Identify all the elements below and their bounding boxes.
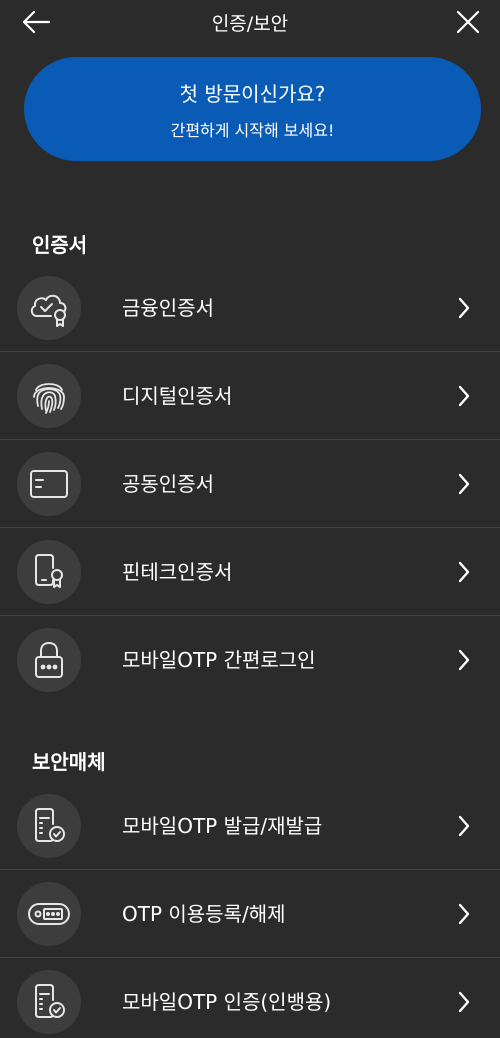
- otp-device-check-icon: [17, 970, 81, 1034]
- chevron-right-icon: [452, 559, 476, 585]
- item-label: 모바일OTP 인증(인뱅용): [122, 990, 332, 1014]
- section-title-certificates: 인증서: [32, 233, 88, 257]
- list-item-financial-cert[interactable]: 금융인증서: [0, 264, 500, 352]
- chevron-right-icon: [452, 813, 476, 839]
- section-title-security-media: 보안매체: [32, 750, 106, 774]
- chevron-right-icon: [452, 647, 476, 673]
- first-visit-banner[interactable]: 첫 방문이신가요? 간편하게 시작해 보세요!: [24, 57, 481, 161]
- certificate-list: 금융인증서 디지털인증서 공동인증서 핀테크인증서 모바일OTP 간편로그인: [0, 264, 500, 704]
- page-title: 인증/보안: [211, 13, 289, 35]
- close-button[interactable]: [450, 4, 486, 40]
- security-media-list: 모바일OTP 발급/재발급 OTP 이용등록/해제 모바일OTP 인증(인뱅용): [0, 782, 500, 1038]
- lock-icon: [17, 628, 81, 692]
- otp-card-icon: [17, 882, 81, 946]
- fingerprint-icon: [17, 364, 81, 428]
- cloud-certificate-icon: [17, 276, 81, 340]
- item-label: OTP 이용등록/해제: [122, 902, 286, 926]
- otp-device-check-icon: [17, 794, 81, 858]
- item-label: 금융인증서: [122, 296, 214, 320]
- list-item-fintech-cert[interactable]: 핀테크인증서: [0, 528, 500, 616]
- item-label: 공동인증서: [122, 472, 214, 496]
- list-item-mobile-otp-login[interactable]: 모바일OTP 간편로그인: [0, 616, 500, 704]
- list-item-digital-cert[interactable]: 디지털인증서: [0, 352, 500, 440]
- item-label: 모바일OTP 발급/재발급: [122, 814, 323, 838]
- header: 인증/보안: [0, 0, 500, 44]
- chevron-right-icon: [452, 295, 476, 321]
- chevron-right-icon: [452, 383, 476, 409]
- list-item-mobile-otp-issue[interactable]: 모바일OTP 발급/재발급: [0, 782, 500, 870]
- chevron-right-icon: [452, 901, 476, 927]
- chevron-right-icon: [452, 989, 476, 1015]
- banner-subtitle: 간편하게 시작해 보세요!: [170, 120, 335, 140]
- phone-certificate-icon: [17, 540, 81, 604]
- item-label: 핀테크인증서: [122, 560, 233, 584]
- list-item-otp-register[interactable]: OTP 이용등록/해제: [0, 870, 500, 958]
- chevron-right-icon: [452, 471, 476, 497]
- list-item-joint-cert[interactable]: 공동인증서: [0, 440, 500, 528]
- item-label: 모바일OTP 간편로그인: [122, 648, 316, 672]
- banner-title: 첫 방문이신가요?: [179, 81, 326, 106]
- list-item-mobile-otp-auth[interactable]: 모바일OTP 인증(인뱅용): [0, 958, 500, 1038]
- item-label: 디지털인증서: [122, 384, 233, 408]
- card-icon: [17, 452, 81, 516]
- close-icon: [456, 10, 480, 34]
